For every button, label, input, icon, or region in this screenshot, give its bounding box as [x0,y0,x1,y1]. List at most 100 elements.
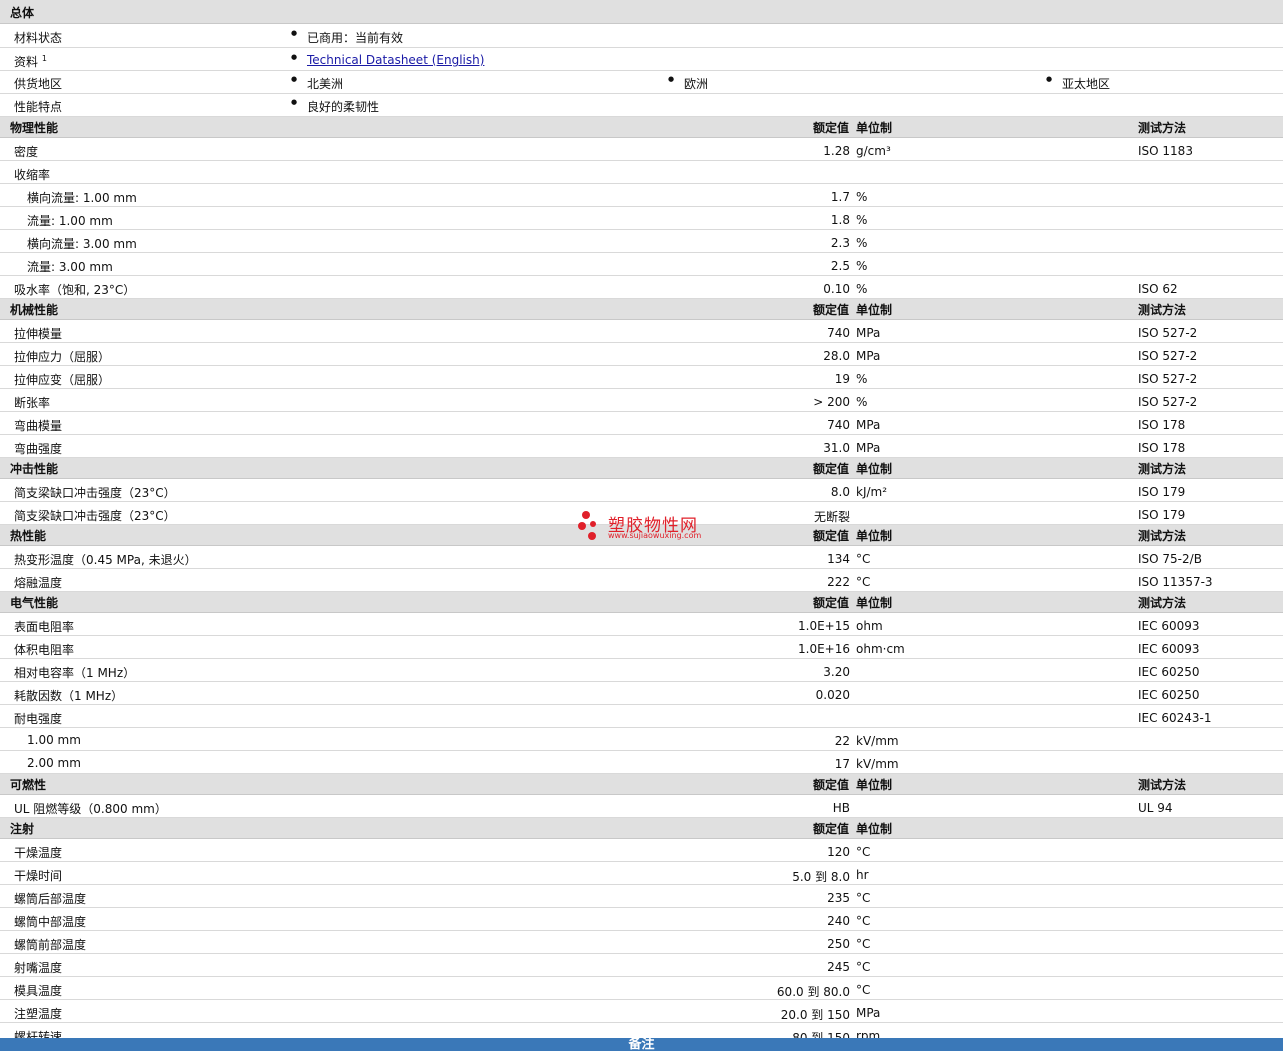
property-label: 1.00 mm [27,733,81,747]
property-value: 20.0 到 150 [780,1008,850,1022]
property-unit: % [856,372,868,386]
property-method: ISO 527-2 [1138,326,1198,340]
property-value: 1.28 [823,144,850,158]
watermark-logo: 塑胶物性网 www.sujiaowuxing.com [578,509,728,543]
property-unit: % [856,282,868,296]
property-method: IEC 60093 [1138,619,1200,633]
property-value: 22 [834,734,850,748]
property-label: 密度 [14,145,39,159]
property-label: 螺筒前部温度 [14,938,87,952]
property-unit: MPa [856,349,881,363]
property-unit: % [856,213,868,227]
region-item: 北美洲 [291,75,343,92]
property-row: 收缩率 [0,161,1283,184]
property-row: 拉伸应力（屈服） 28.0 MPa ISO 527-2 [0,343,1283,366]
property-unit: °C [856,575,871,589]
property-row: 横向流量: 3.00 mm 2.3% [0,230,1283,253]
property-unit: hr [856,868,869,882]
row-label: 资料 1 [14,53,47,70]
property-unit: °C [856,914,871,928]
property-label: 拉伸应变（屈服） [14,373,111,387]
notes-title: 备注 [628,1038,655,1051]
property-label: 干燥时间 [14,869,63,883]
col-header-unit: 单位制 [856,822,893,836]
property-row: 熔融温度 222 °C ISO 11357-3 [0,569,1283,592]
property-method: IEC 60250 [1138,665,1200,679]
property-value: 19 [834,372,850,386]
row-regions: 供货地区 北美洲 欧洲 亚太地区 [0,71,1283,94]
property-unit: kV/mm [856,734,899,748]
property-label: 拉伸应力（屈服） [14,350,111,364]
property-unit: kJ/m² [856,485,888,499]
property-value: 0.020 [815,688,850,702]
col-header-nominal: 额定值 [812,121,849,135]
section-title: 物理性能 [10,121,59,135]
section-header-general: 总体 [0,0,1283,24]
property-label: 热变形温度（0.45 MPa, 未退火） [14,553,197,567]
property-unit: MPa [856,1006,881,1020]
feature-value: 良好的柔韧性 [291,98,379,115]
property-value: 1.0E+15 [798,619,850,633]
col-header-nominal: 额定值 [812,596,849,610]
property-row: 吸水率（饱和, 23°C） 0.10% ISO 62 [0,276,1283,299]
property-row: 螺筒中部温度 240 °C [0,908,1283,931]
logo-dots-icon [578,509,606,543]
property-row: 注塑温度 20.0 到 150 MPa [0,1000,1283,1023]
property-method: ISO 179 [1138,485,1186,499]
property-value: > 200 [813,395,850,409]
row-material-status: 材料状态 已商用：当前有效 [0,24,1283,48]
section-header: 物理性能 额定值 单位制 测试方法 [0,117,1283,138]
col-header-nominal: 额定值 [812,822,849,836]
col-header-nominal: 额定值 [812,778,849,792]
property-row: 1.00 mm 22 kV/mm [0,728,1283,751]
section-title: 电气性能 [10,596,59,610]
property-unit: °C [856,983,871,997]
col-header-nominal: 额定值 [812,529,849,543]
row-label: 性能特点 [14,100,63,114]
section-title: 热性能 [10,529,47,543]
property-value: 250 [827,937,850,951]
property-row: 密度 1.28 g/cm³ ISO 1183 [0,138,1283,161]
property-label: 螺筒后部温度 [14,892,87,906]
property-method: ISO 178 [1138,441,1186,455]
property-unit: % [856,236,868,250]
section-title: 冲击性能 [10,462,59,476]
property-label: 流量: 3.00 mm [27,260,113,274]
property-label: 熔融温度 [14,576,63,590]
property-unit: °C [856,960,871,974]
property-unit: °C [856,937,871,951]
property-row: 热变形温度（0.45 MPa, 未退火） 134 °C ISO 75-2/B [0,546,1283,569]
col-header-method: 测试方法 [1138,462,1187,476]
property-row: 螺筒前部温度 250 °C [0,931,1283,954]
technical-datasheet-link[interactable]: Technical Datasheet (English) [307,53,484,67]
notes-header: 备注 [0,1038,1283,1051]
property-value: 1.8 [830,213,850,227]
property-row: 断张率 > 200% ISO 527-2 [0,389,1283,412]
property-value: 134 [827,552,850,566]
property-label: 射嘴温度 [14,961,63,975]
col-header-method: 测试方法 [1138,778,1187,792]
property-label: 简支梁缺口冲击强度（23°C） [14,509,176,523]
property-unit: % [856,395,868,409]
property-value: 17 [834,757,850,771]
property-row: 体积电阻率 1.0E+16 ohm·cm IEC 60093 [0,636,1283,659]
property-unit: g/cm³ [856,144,891,158]
property-row: 拉伸应变（屈服） 19% ISO 527-2 [0,366,1283,389]
property-method: ISO 178 [1138,418,1186,432]
status-value: 已商用：当前有效 [291,29,403,46]
docs-label: 资料 [14,55,39,69]
property-label: 流量: 1.00 mm [27,214,113,228]
property-row: 弯曲模量 740 MPa ISO 178 [0,412,1283,435]
property-value: 235 [827,891,850,905]
property-value: 0.10 [823,282,850,296]
property-value: 1.0E+16 [798,642,850,656]
property-row: 2.00 mm 17 kV/mm [0,751,1283,774]
property-label: 表面电阻率 [14,620,75,634]
row-label: 材料状态 [14,31,63,45]
property-value: 222 [827,575,850,589]
property-unit: °C [856,891,871,905]
section-header: 可燃性 额定值 单位制 测试方法 [0,774,1283,795]
property-row: 相对电容率（1 MHz） 3.20 IEC 60250 [0,659,1283,682]
property-label: 断张率 [14,396,51,410]
property-value: 1.7 [830,190,850,204]
